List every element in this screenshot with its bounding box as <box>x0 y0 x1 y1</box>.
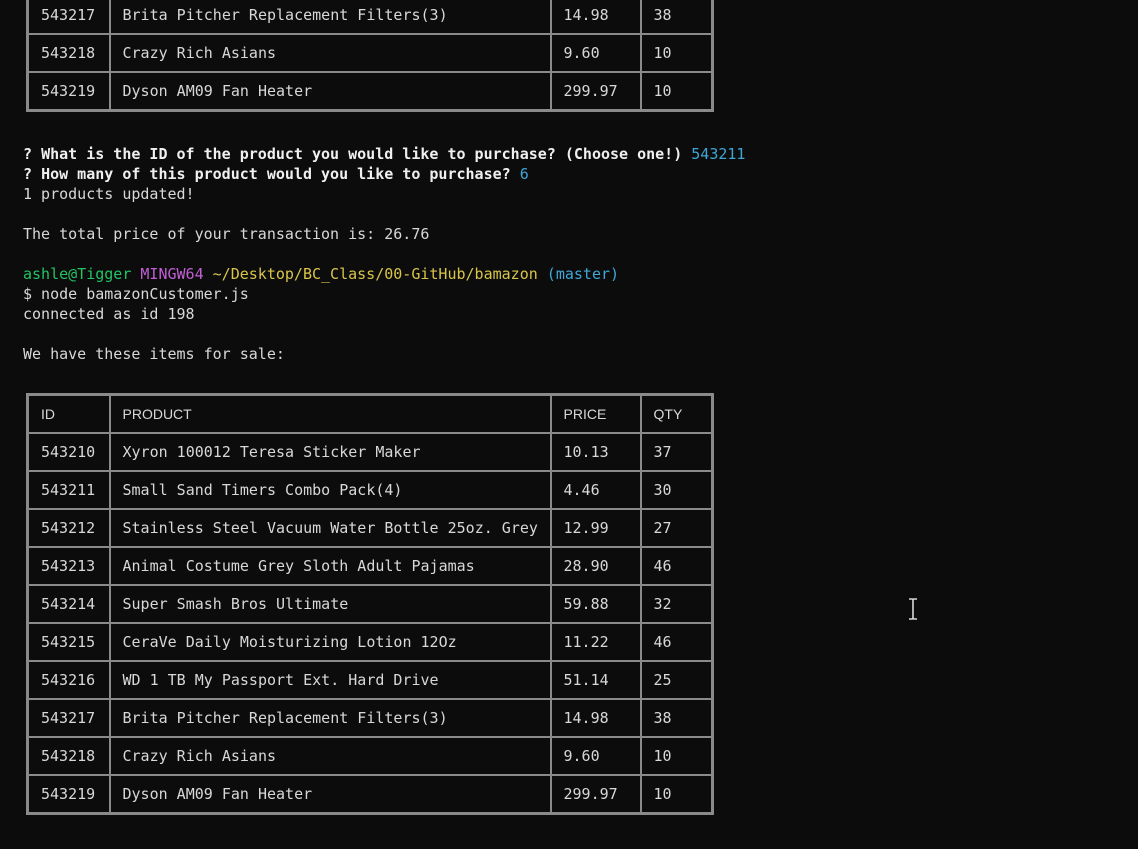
cell-id: 543218 <box>26 736 111 776</box>
prompt-question: What is the ID of the product you would … <box>41 145 683 163</box>
text-ibeam-cursor-icon <box>906 598 920 620</box>
cell-id: 543211 <box>26 470 111 510</box>
cell-price: 28.90 <box>549 546 642 586</box>
shell-prompt: ashle@Tigger MINGW64 ~/Desktop/BC_Class/… <box>23 264 619 284</box>
cell-price: 59.88 <box>549 584 642 624</box>
cell-product: Dyson AM09 Fan Heater <box>108 71 552 112</box>
shell-host: MINGW64 <box>140 265 204 283</box>
connection-status: connected as id 198 <box>23 305 195 323</box>
products-updated-text: 1 products updated! <box>23 185 195 203</box>
cell-price: 9.60 <box>549 736 642 776</box>
table-row: 543215 CeraVe Daily Moisturizing Lotion … <box>26 622 714 662</box>
table-row: 543214 Super Smash Bros Ultimate 59.88 3… <box>26 584 714 624</box>
cell-qty: 10 <box>639 71 714 112</box>
shell-command: $ node bamazonCustomer.js <box>23 285 249 303</box>
shell-user: ashle@Tigger <box>23 265 132 283</box>
cell-id: 543219 <box>26 71 111 112</box>
cell-qty: 32 <box>639 584 714 624</box>
cell-qty: 46 <box>639 546 714 586</box>
cell-id: 543217 <box>26 0 111 35</box>
total-price-text: The total price of your transaction is: … <box>23 225 430 243</box>
prompt-mark: ? <box>23 165 33 183</box>
cell-product: Stainless Steel Vacuum Water Bottle 25oz… <box>108 508 552 548</box>
cell-id: 543216 <box>26 660 111 700</box>
cell-qty: 38 <box>639 698 714 738</box>
table-row: 543211 Small Sand Timers Combo Pack(4) 4… <box>26 470 714 510</box>
cell-price: 14.98 <box>549 0 642 35</box>
cell-qty: 10 <box>639 774 714 815</box>
cell-price: 11.22 <box>549 622 642 662</box>
cell-id: 543215 <box>26 622 111 662</box>
top-product-table: 543217 Brita Pitcher Replacement Filters… <box>26 0 714 112</box>
prompt-quantity: ? How many of this product would you lik… <box>23 164 529 184</box>
cell-price: 10.13 <box>549 432 642 472</box>
cell-qty: 37 <box>639 432 714 472</box>
cell-product: Crazy Rich Asians <box>108 736 552 776</box>
cell-id: 543219 <box>26 774 111 815</box>
cell-product: Super Smash Bros Ultimate <box>108 584 552 624</box>
shell-path: ~/Desktop/BC_Class/00-GitHub/bamazon <box>212 265 538 283</box>
cell-product: Dyson AM09 Fan Heater <box>108 774 552 815</box>
product-table: ID PRODUCT PRICE QTY 543210 Xyron 100012… <box>26 393 714 815</box>
table-row: 543218 Crazy Rich Asians 9.60 10 <box>26 33 714 73</box>
cell-product: WD 1 TB My Passport Ext. Hard Drive <box>108 660 552 700</box>
table-row: 543212 Stainless Steel Vacuum Water Bott… <box>26 508 714 548</box>
cell-qty: 27 <box>639 508 714 548</box>
table-row: 543219 Dyson AM09 Fan Heater 299.97 10 <box>26 774 714 815</box>
cell-qty: 46 <box>639 622 714 662</box>
cell-id: 543214 <box>26 584 111 624</box>
header-product: PRODUCT <box>108 393 552 434</box>
cell-product: Brita Pitcher Replacement Filters(3) <box>108 0 552 35</box>
cell-product: Animal Costume Grey Sloth Adult Pajamas <box>108 546 552 586</box>
cell-product: Crazy Rich Asians <box>108 33 552 73</box>
cell-id: 543218 <box>26 33 111 73</box>
cell-price: 4.46 <box>549 470 642 510</box>
prompt-mark: ? <box>23 145 33 163</box>
prompt-product-id: ? What is the ID of the product you woul… <box>23 144 745 164</box>
cell-product: Brita Pitcher Replacement Filters(3) <box>108 698 552 738</box>
cell-qty: 30 <box>639 470 714 510</box>
table-row: 543218 Crazy Rich Asians 9.60 10 <box>26 736 714 776</box>
table-row: 543217 Brita Pitcher Replacement Filters… <box>26 0 714 35</box>
cell-id: 543217 <box>26 698 111 738</box>
prompt-answer: 6 <box>519 165 529 183</box>
cell-price: 299.97 <box>549 774 642 815</box>
cell-product: CeraVe Daily Moisturizing Lotion 12Oz <box>108 622 552 662</box>
prompt-question: How many of this product would you like … <box>41 165 511 183</box>
sale-intro-text: We have these items for sale: <box>23 345 285 363</box>
cell-product: Xyron 100012 Teresa Sticker Maker <box>108 432 552 472</box>
table-header-row: ID PRODUCT PRICE QTY <box>26 393 714 434</box>
cell-product: Small Sand Timers Combo Pack(4) <box>108 470 552 510</box>
cell-id: 543213 <box>26 546 111 586</box>
cell-id: 543212 <box>26 508 111 548</box>
table-row: 543213 Animal Costume Grey Sloth Adult P… <box>26 546 714 586</box>
terminal-window[interactable]: 543217 Brita Pitcher Replacement Filters… <box>0 0 1138 849</box>
cell-qty: 10 <box>639 33 714 73</box>
header-id: ID <box>26 393 111 434</box>
cell-price: 14.98 <box>549 698 642 738</box>
table-row: 543210 Xyron 100012 Teresa Sticker Maker… <box>26 432 714 472</box>
cell-qty: 10 <box>639 736 714 776</box>
cell-price: 299.97 <box>549 71 642 112</box>
cell-price: 9.60 <box>549 33 642 73</box>
cell-qty: 25 <box>639 660 714 700</box>
cell-price: 12.99 <box>549 508 642 548</box>
prompt-answer: 543211 <box>691 145 746 163</box>
git-branch: (master) <box>546 265 620 283</box>
cell-id: 543210 <box>26 432 111 472</box>
table-row: 543217 Brita Pitcher Replacement Filters… <box>26 698 714 738</box>
header-qty: QTY <box>639 393 714 434</box>
table-row: 543219 Dyson AM09 Fan Heater 299.97 10 <box>26 71 714 112</box>
table-row: 543216 WD 1 TB My Passport Ext. Hard Dri… <box>26 660 714 700</box>
cell-qty: 38 <box>639 0 714 35</box>
cell-price: 51.14 <box>549 660 642 700</box>
header-price: PRICE <box>549 393 642 434</box>
